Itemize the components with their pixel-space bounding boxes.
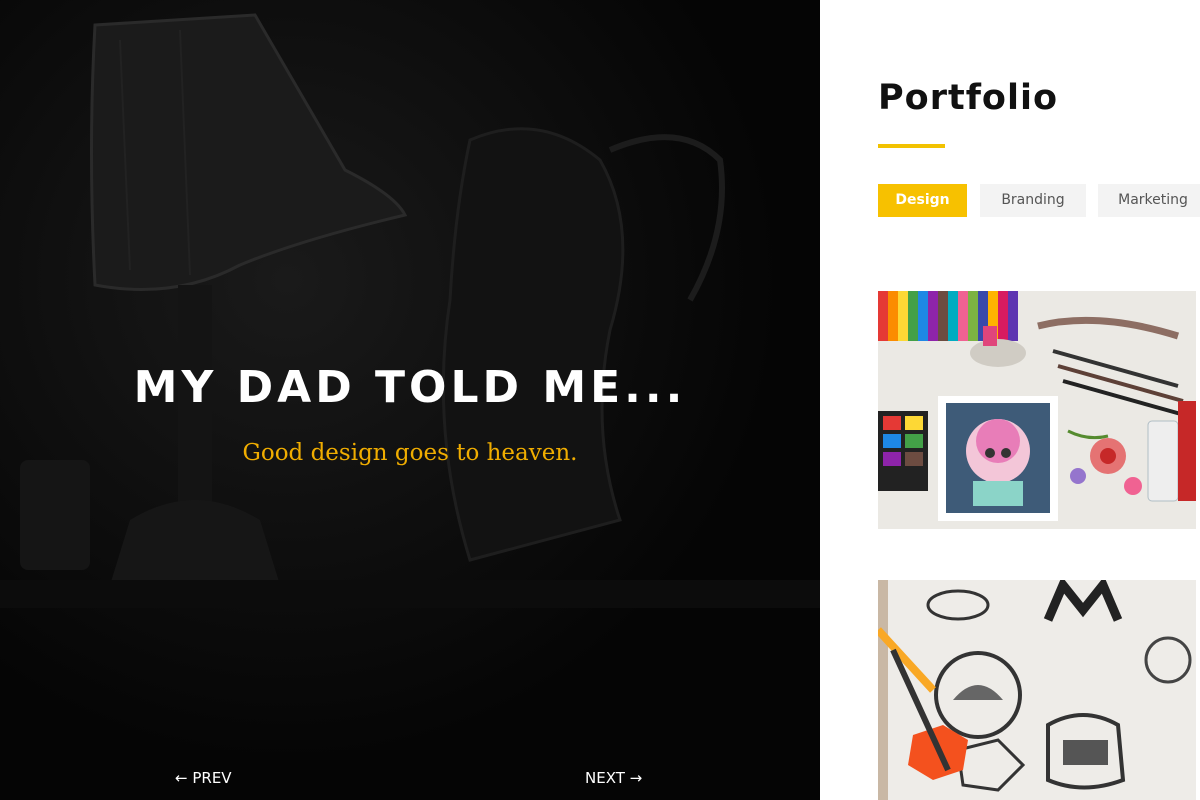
portfolio-title: Portfolio [878, 78, 1059, 118]
portfolio-item-art-supplies[interactable] [878, 291, 1196, 529]
filter-branding[interactable]: Branding [980, 184, 1086, 217]
art-supplies-illustration-photo [878, 291, 1196, 529]
lettering-sketchbook-photo [878, 580, 1196, 800]
portfolio-item-lettering-sketchbook[interactable] [878, 580, 1196, 800]
arrow-left-icon: ← [175, 769, 188, 787]
hero-subtitle: Good design goes to heaven. [242, 440, 578, 466]
portfolio-panel: Portfolio Design Branding Marketing [820, 0, 1200, 800]
hero-slider: MY DAD TOLD ME... Good design goes to he… [0, 0, 820, 800]
next-link[interactable]: NEXT → [585, 769, 642, 787]
filter-design[interactable]: Design [878, 184, 967, 217]
arrow-right-icon: → [629, 769, 643, 787]
title-underline [878, 144, 945, 148]
prev-label: PREV [192, 769, 232, 787]
next-label: NEXT [585, 769, 625, 787]
hero-title: MY DAD TOLD ME... [133, 362, 687, 413]
prev-link[interactable]: ← PREV [175, 769, 232, 787]
filter-marketing[interactable]: Marketing [1098, 184, 1200, 217]
